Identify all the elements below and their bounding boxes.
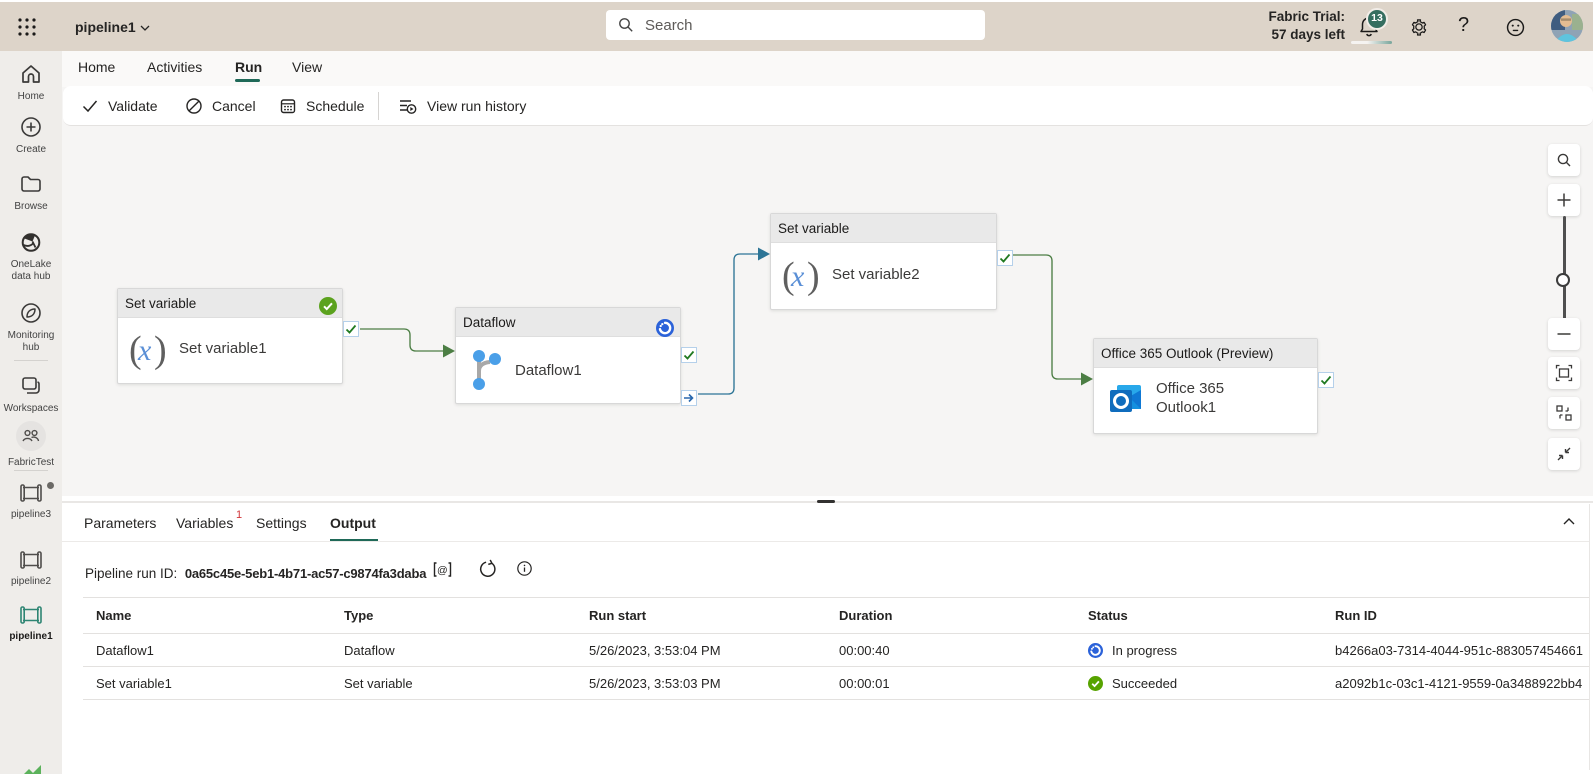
svg-text:x: x xyxy=(790,260,805,293)
svg-text:): ) xyxy=(154,329,167,371)
svg-text:@: @ xyxy=(437,565,448,577)
svg-text:): ) xyxy=(807,255,820,297)
svg-text:x: x xyxy=(137,334,152,367)
